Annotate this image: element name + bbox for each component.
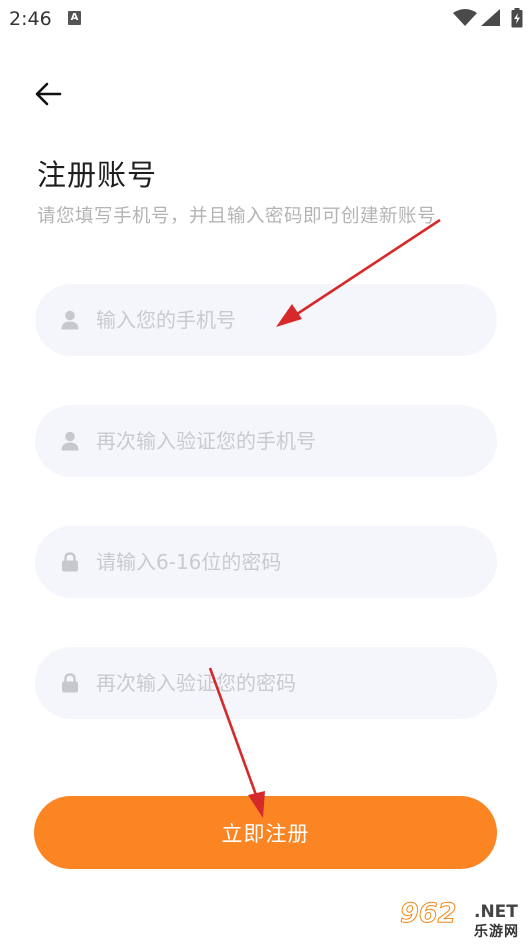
status-bar: 2:46 A <box>0 0 531 38</box>
confirm-password-input[interactable] <box>96 671 476 695</box>
lock-icon <box>61 552 79 572</box>
battery-icon <box>511 8 523 28</box>
watermark-logo: 962 .NET 乐游网 <box>396 898 526 942</box>
arrow-left-icon <box>35 82 62 106</box>
lock-icon <box>61 673 79 693</box>
notification-a-icon: A <box>68 11 81 25</box>
page-subtitle: 请您填写手机号，并且输入密码即可创建新账号 <box>37 206 437 227</box>
user-icon <box>61 431 79 451</box>
watermark-suffix: .NET <box>474 902 518 922</box>
phone-input[interactable] <box>96 308 476 332</box>
register-button[interactable]: 立即注册 <box>34 796 497 869</box>
page-title: 注册账号 <box>37 158 158 192</box>
user-icon <box>61 310 79 330</box>
signal-icon <box>481 9 500 26</box>
confirm-phone-input[interactable] <box>96 429 476 453</box>
confirm-phone-field[interactable] <box>35 405 497 477</box>
status-time: 2:46 <box>9 8 52 30</box>
wifi-icon <box>453 9 477 26</box>
phone-field[interactable] <box>35 284 497 356</box>
watermark-number: 962 <box>399 898 457 930</box>
back-button[interactable] <box>30 78 66 110</box>
password-input[interactable] <box>96 550 476 574</box>
password-field[interactable] <box>35 526 497 598</box>
watermark-name: 乐游网 <box>474 924 519 940</box>
confirm-password-field[interactable] <box>35 647 497 719</box>
